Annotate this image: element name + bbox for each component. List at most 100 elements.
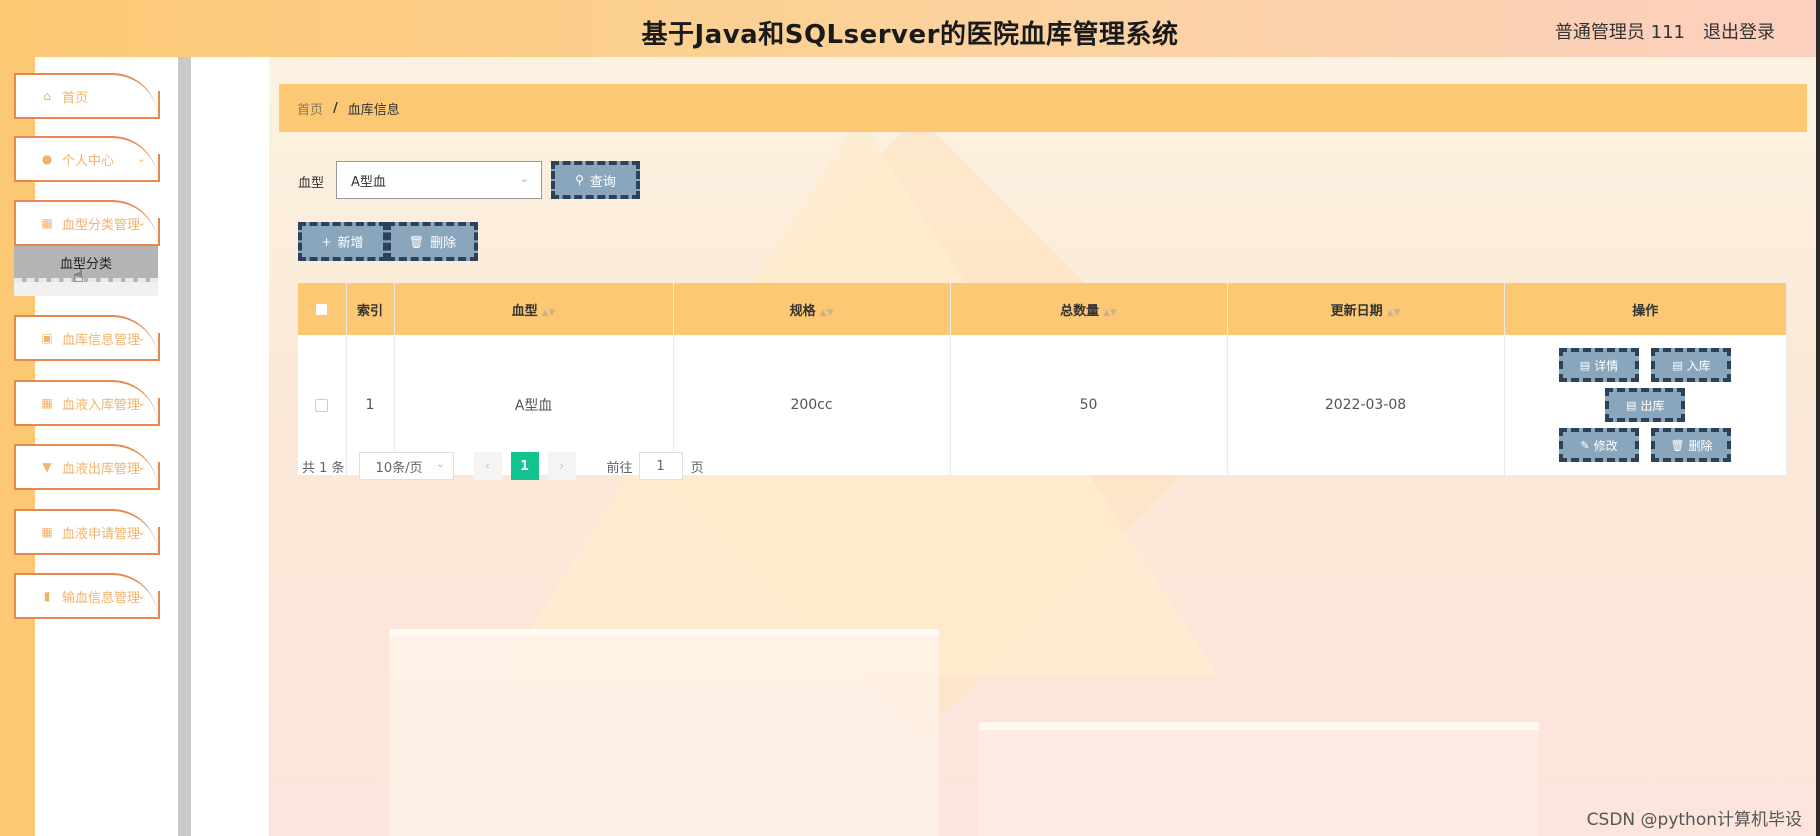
pointer-hand-icon: ☝ — [73, 266, 84, 287]
chevron-down-icon: ⌄ — [136, 152, 146, 165]
search-icon: ⚲ — [575, 173, 584, 187]
chevron-down-icon: ⌄ — [136, 331, 146, 344]
plus-icon: + — [321, 234, 332, 249]
table-header-row: 索引 血型 ▲▼ 规格 ▲▼ 总数量 ▲▼ 更新日期 ▲▼ 操作 — [298, 283, 1787, 335]
filter-label: 血型 — [298, 176, 325, 191]
col-ops-label: 操作 — [1632, 303, 1659, 319]
sidebar-item-request-mgmt[interactable]: ▦ 血液申请管理 ⌄ — [14, 509, 160, 555]
select-value: A型血 — [351, 174, 386, 190]
sidebar-item-label: 血液入库管理 — [62, 397, 141, 413]
main-content: 首页 / 血库信息 血型 A型血 ⌄ ⚲ 查询 + 新增 🗑 删除 索引 血型 ▲… — [269, 57, 1816, 836]
sidebar-item-label: 首页 — [62, 90, 89, 106]
page-size-value: 10条/页 — [375, 460, 423, 476]
document-icon: ▤ — [1579, 358, 1591, 372]
background-shape — [389, 629, 939, 836]
col-date-label: 更新日期 — [1330, 303, 1383, 319]
user-info: 普通管理员 111 — [1554, 22, 1685, 43]
chevron-right-icon: › — [558, 458, 565, 474]
chevron-down-icon: ⌄ — [136, 460, 146, 473]
watermark: CSDN @python计算机毕设 — [1586, 810, 1802, 830]
home-icon: ⌂ — [43, 89, 51, 103]
row-delete-button[interactable]: 🗑 删除 — [1651, 428, 1732, 462]
sidebar-item-bloodtype-mgmt[interactable]: ▦ 血型分类管理 ⌄ — [14, 200, 160, 246]
col-ops: 操作 — [1504, 283, 1787, 335]
sidebar-item-profile[interactable]: ● 个人中心 ⌄ — [14, 136, 160, 182]
bloodtype-select[interactable]: A型血 ⌄ — [336, 161, 542, 199]
chevron-down-icon: ⌄ — [136, 589, 146, 602]
chevron-down-icon: ⌄ — [136, 216, 146, 229]
document-icon: ▤ — [1626, 398, 1637, 412]
cell-total: 50 — [950, 335, 1228, 475]
stock-in-button-label: 入库 — [1686, 358, 1711, 373]
page-number[interactable]: 1 — [510, 452, 539, 480]
sidebar-item-stockout-mgmt[interactable]: ▼ 血液出库管理 ⌄ — [14, 444, 160, 490]
sort-icon[interactable]: ▲▼ — [1103, 308, 1117, 318]
breadcrumb: 首页 / 血库信息 — [279, 84, 1807, 132]
stock-in-button[interactable]: ▤ 入库 — [1651, 348, 1732, 382]
trophy-icon: ▼ — [42, 460, 52, 474]
cell-spec: 200cc — [673, 335, 951, 475]
sidebar-item-label: 个人中心 — [62, 153, 115, 169]
col-total-label: 总数量 — [1060, 303, 1100, 319]
row-checkbox[interactable] — [315, 398, 329, 412]
page-size-select[interactable]: 10条/页 ⌄ — [358, 452, 454, 480]
delete-button[interactable]: 🗑 删除 — [387, 222, 478, 261]
sort-icon[interactable]: ▲▼ — [542, 308, 556, 318]
trash-icon: 🗑 — [408, 234, 425, 249]
search-button-label: 查询 — [589, 174, 616, 190]
sidebar-item-transfusion-mgmt[interactable]: ▮ 输血信息管理 ⌄ — [14, 573, 160, 619]
grid-icon: ▦ — [41, 396, 53, 410]
select-all-checkbox[interactable] — [315, 302, 329, 316]
logout-link[interactable]: 退出登录 — [1703, 18, 1775, 44]
top-header: 基于Java和SQLserver的医院血库管理系统 普通管理员 111 退出登录 — [0, 0, 1820, 57]
grid-icon: ▦ — [41, 525, 53, 539]
stock-out-button-label: 出库 — [1640, 398, 1665, 413]
col-index: 索引 — [346, 283, 395, 335]
sort-icon[interactable]: ▲▼ — [820, 308, 834, 318]
add-button-label: 新增 — [337, 236, 364, 251]
detail-button[interactable]: ▤ 详情 — [1559, 348, 1640, 382]
clipboard-icon: ▮ — [43, 589, 51, 603]
chevron-down-icon: ⌄ — [136, 525, 146, 538]
sidebar-divider — [178, 57, 191, 836]
delete-button-label: 删除 — [430, 236, 457, 251]
sidebar-item-label: 血型分类管理 — [62, 217, 141, 233]
cell-ops: ▤ 详情 ▤ 入库 ▤ 出库 ✎ 修改 🗑 删除 — [1504, 335, 1787, 475]
sidebar-item-label: 输血信息管理 — [62, 590, 141, 606]
sidebar-item-label: 血液出库管理 — [62, 461, 141, 477]
sidebar-item-bloodbank-mgmt[interactable]: ▣ 血库信息管理 ⌄ — [14, 315, 160, 361]
goto-page-input[interactable]: 1 — [638, 452, 683, 480]
search-button[interactable]: ⚲ 查询 — [551, 161, 640, 199]
col-date[interactable]: 更新日期 ▲▼ — [1227, 283, 1505, 335]
submenu-item-label: 血型分类 — [59, 256, 112, 272]
sidebar-item-stockin-mgmt[interactable]: ▦ 血液入库管理 ⌄ — [14, 380, 160, 426]
cell-date: 2022-03-08 — [1227, 335, 1505, 475]
prev-page-button[interactable]: ‹ — [473, 452, 502, 480]
stock-out-button[interactable]: ▤ 出库 — [1605, 388, 1686, 422]
chevron-left-icon: ‹ — [484, 458, 491, 474]
sort-icon[interactable]: ▲▼ — [1387, 308, 1401, 318]
add-button[interactable]: + 新增 — [298, 222, 387, 261]
col-total[interactable]: 总数量 ▲▼ — [950, 283, 1228, 335]
window-edge — [1816, 0, 1820, 836]
next-page-button[interactable]: › — [547, 452, 576, 480]
chevron-down-icon: ⌄ — [519, 172, 529, 185]
breadcrumb-home[interactable]: 首页 — [297, 99, 323, 118]
col-spec[interactable]: 规格 ▲▼ — [673, 283, 951, 335]
edit-icon: ✎ — [1580, 438, 1590, 452]
row-delete-button-label: 删除 — [1688, 438, 1713, 453]
grid-icon: ▦ — [41, 216, 53, 230]
pagination-total: 共 1 条 — [302, 460, 345, 476]
col-bloodtype[interactable]: 血型 ▲▼ — [394, 283, 674, 335]
edit-button[interactable]: ✎ 修改 — [1559, 428, 1640, 462]
col-spec-label: 规格 — [789, 303, 816, 319]
bloodbank-table: 索引 血型 ▲▼ 规格 ▲▼ 总数量 ▲▼ 更新日期 ▲▼ 操作 1 A型血 200cc… — [298, 283, 1787, 475]
breadcrumb-current: 血库信息 — [347, 102, 400, 118]
col-bloodtype-label: 血型 — [511, 303, 538, 319]
sidebar-item-label: 血液申请管理 — [62, 526, 141, 542]
edit-button-label: 修改 — [1593, 438, 1618, 453]
sidebar-item-home[interactable]: ⌂ 首页 — [14, 73, 160, 119]
background-shape — [979, 722, 1539, 836]
app-title: 基于Java和SQLserver的医院血库管理系统 — [641, 20, 1179, 50]
submenu-item-bloodtype[interactable]: 血型分类 — [14, 246, 158, 282]
